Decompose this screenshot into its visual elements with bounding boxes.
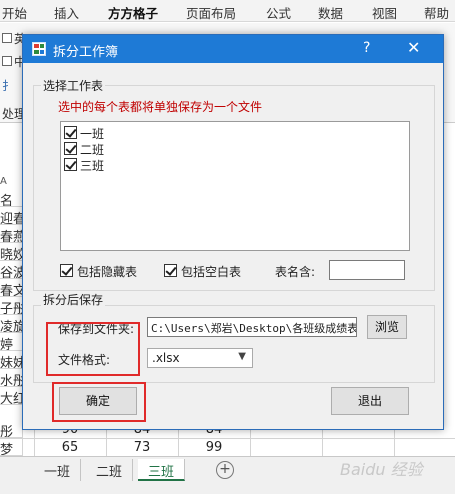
cell-a[interactable]: 彤 <box>0 421 22 438</box>
checkbox-checked-icon[interactable] <box>64 158 77 171</box>
dialog-title: 拆分工作簿 <box>53 45 119 60</box>
exit-button[interactable]: 退出 <box>331 387 409 415</box>
ribbon-tab-formulas[interactable]: 公式 <box>266 3 291 22</box>
grid-line <box>0 438 455 439</box>
ok-button[interactable]: 确定 <box>59 387 137 415</box>
sheet-name: 三班 <box>80 159 105 173</box>
file-format-value: .xlsx <box>152 351 180 365</box>
dialog-titlebar[interactable]: 拆分工作簿 ? ✕ <box>23 35 443 63</box>
save-folder-input[interactable]: C:\Users\郑岩\Desktop\各班级成绩表 <box>147 317 357 337</box>
table-cell[interactable]: 99 <box>184 440 244 455</box>
sheet-tab-class1[interactable]: 一班 <box>34 459 82 481</box>
ribbon-fragment: 扌 <box>2 79 15 93</box>
file-format-label: 文件格式: <box>58 353 111 367</box>
save-folder-label: 保存到文件夹: <box>58 322 135 336</box>
sheet-list[interactable]: 一班 二班 三班 <box>60 121 410 251</box>
checkbox-checked-icon[interactable] <box>64 142 77 155</box>
ribbon-tab-data[interactable]: 数据 <box>318 3 343 22</box>
help-button[interactable]: ? <box>363 40 370 56</box>
include-hidden-label: 包括隐藏表 <box>77 265 138 279</box>
ribbon-tab-help[interactable]: 帮助 <box>424 3 449 22</box>
cell-a[interactable]: 名 <box>0 190 22 207</box>
include-blank-label: 包括空白表 <box>181 265 242 279</box>
cell-a[interactable]: 春燕 <box>0 226 22 243</box>
cell-a[interactable]: 水彤 <box>0 370 22 387</box>
cell-a[interactable]: 晓姣 <box>0 244 22 261</box>
dropdown-arrow-icon: ▼ <box>238 351 246 362</box>
add-sheet-icon[interactable]: + <box>216 461 234 479</box>
select-sheets-group-title: 选择工作表 <box>41 77 106 94</box>
cell-a[interactable]: 迎春 <box>0 208 22 225</box>
sheet-tab-class2[interactable]: 二班 <box>86 459 134 481</box>
cell-a[interactable]: 子彤 <box>0 298 22 315</box>
include-hidden-checkbox[interactable] <box>60 264 73 277</box>
split-workbook-dialog: 拆分工作簿 ? ✕ 选择工作表 选中的每个表都将单独保存为一个文件 一班 二班 … <box>22 34 444 430</box>
ribbon-tab-insert[interactable]: 插入 <box>54 3 79 22</box>
cell-a[interactable]: 凌旋 <box>0 316 22 333</box>
ribbon-tab-fangfang[interactable]: 方方格子 <box>108 3 159 26</box>
file-format-select[interactable]: .xlsx ▼ <box>147 348 253 368</box>
close-button[interactable]: ✕ <box>407 38 420 57</box>
cell-a[interactable]: 妹妹 <box>0 352 22 369</box>
cell-a[interactable]: 梦 <box>0 439 22 456</box>
checkbox-checked-icon[interactable] <box>64 126 77 139</box>
cell-a[interactable]: 谷波 <box>0 262 22 279</box>
sheet-name: 一班 <box>80 127 105 141</box>
ribbon-tab-page-layout[interactable]: 页面布局 <box>186 3 236 22</box>
browse-button[interactable]: 浏览 <box>367 315 407 339</box>
save-options-group-title: 拆分后保存 <box>41 291 106 308</box>
table-name-input[interactable] <box>329 260 405 280</box>
column-header-a[interactable]: A <box>0 176 20 190</box>
ribbon-tab-view[interactable]: 视图 <box>372 3 397 22</box>
include-blank-checkbox[interactable] <box>164 264 177 277</box>
table-cell[interactable]: 65 <box>40 440 100 455</box>
app-icon <box>32 42 46 56</box>
hint-text: 选中的每个表都将单独保存为一个文件 <box>58 100 263 114</box>
ribbon-tab-bar: 开始 插入 方方格子 页面布局 公式 数据 视图 帮助 <box>0 0 455 26</box>
cell-a[interactable]: 婷 <box>0 334 22 351</box>
cell-a[interactable]: 春文 <box>0 280 22 297</box>
ribbon-tab-home[interactable]: 开始 <box>2 3 27 22</box>
watermark: Baidu 经验 <box>340 460 423 479</box>
ribbon-checkbox[interactable] <box>2 33 12 43</box>
ribbon-checkbox[interactable] <box>2 56 12 66</box>
cell-a[interactable]: 大红 <box>0 388 22 405</box>
sheet-name: 二班 <box>80 143 105 157</box>
table-cell[interactable]: 73 <box>112 440 172 455</box>
table-name-label: 表名含: <box>275 265 316 279</box>
sheet-tab-class3[interactable]: 三班 <box>138 459 186 481</box>
